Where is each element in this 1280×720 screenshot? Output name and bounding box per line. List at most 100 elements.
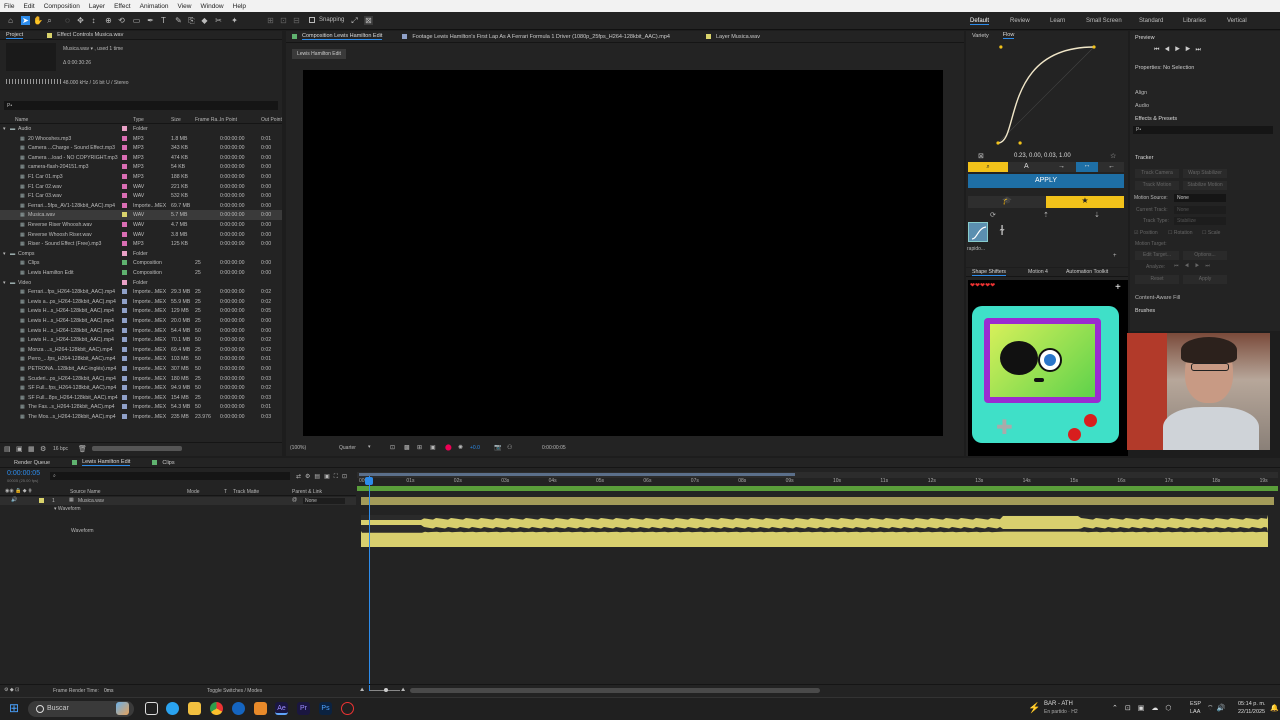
disclosure-icon[interactable]: ▾ (3, 251, 6, 257)
menu-item-view[interactable]: View (178, 3, 192, 10)
label-swatch[interactable] (122, 279, 127, 285)
after-effects-icon[interactable]: Ae (275, 702, 288, 715)
weather-sub[interactable]: En partido · H2 (1044, 709, 1078, 715)
label-swatch[interactable] (122, 346, 127, 352)
layer-color-swatch[interactable] (39, 498, 44, 503)
comp-canvas[interactable] (303, 70, 943, 436)
project-item-row[interactable]: ▦ 20 Whooshes.mp3 MP3 1.8 MB 0:00:00:00 0:01 (0, 134, 282, 144)
folder-row[interactable]: ▾ ▬ Audio Folder (0, 124, 282, 134)
transparency-icon[interactable]: ▩ (404, 444, 410, 451)
project-item-row[interactable]: ▦ Musica.wav WAV 5.7 MB 0:00:00:00 0:00 (0, 210, 282, 220)
favorites-star-icon[interactable]: ★ (1046, 196, 1124, 208)
col-source-name[interactable]: Source Name (70, 489, 101, 495)
label-swatch[interactable] (122, 356, 127, 362)
label-swatch[interactable] (122, 154, 127, 160)
tab-clips[interactable]: Clips (162, 460, 174, 466)
playback-controls[interactable]: ⏮◀▶▶⏭ (1154, 47, 1206, 54)
pan-tool-icon[interactable]: ✥ (76, 16, 85, 25)
col-out-point[interactable]: Out Point (261, 117, 282, 123)
workspace-default[interactable]: Default (970, 18, 990, 25)
flow-values[interactable]: 0.23, 0.00, 0.03, 1.00 (1014, 153, 1071, 159)
col-t[interactable]: T (224, 489, 227, 495)
col-name[interactable]: Name (15, 117, 28, 123)
exposure-icon[interactable]: ✺ (458, 444, 463, 451)
search-icon[interactable]: ⌕ (968, 162, 1008, 172)
workspace-small-screen[interactable]: Small Screen (1086, 18, 1122, 24)
project-item-row[interactable]: ▦ F1 Car 02.wav WAV 221 KB 0:00:00:00 0:00 (0, 182, 282, 192)
menu-item-window[interactable]: Window (201, 3, 224, 10)
project-item-row[interactable]: ▦ Reverse Whoosh Riser.wav WAV 3.8 MB 0:00:0… (0, 230, 282, 240)
tracker-reset-button[interactable]: Reset (1135, 275, 1179, 284)
track-motion-button[interactable]: Track Motion (1135, 181, 1179, 190)
tab-variety[interactable]: Variety (972, 33, 989, 39)
flow-star-icon[interactable]: ☆ (1110, 152, 1116, 160)
menu-item-layer[interactable]: Layer (89, 3, 105, 10)
menu-item-composition[interactable]: Composition (44, 3, 80, 10)
zoom-slider-thumb[interactable] (384, 688, 388, 692)
grid-icon[interactable]: ⊞ (417, 444, 422, 451)
label-swatch[interactable] (122, 193, 127, 199)
puppet-tool-icon[interactable]: ✦ (230, 16, 239, 25)
project-item-row[interactable]: ▦ camera-flash-204151.mp3 MP3 54 KB 0:00:00:… (0, 162, 282, 172)
zoom-out-icon[interactable]: ⛰ (360, 687, 364, 693)
resolution-select[interactable]: Quarter (339, 445, 356, 451)
disclosure-icon[interactable]: ▾ (3, 280, 6, 286)
widgets-icon[interactable] (116, 702, 129, 715)
effects-presets-title[interactable]: Effects & Presets (1135, 116, 1177, 122)
settings-icon[interactable]: ⚙ (40, 445, 46, 453)
project-item-row[interactable]: ▦ Camera ...load - NO COPYRIGHT.mp3 MP3 474… (0, 153, 282, 163)
folder-row[interactable]: ▾ ▬ Video Folder (0, 278, 282, 288)
menu-item-effect[interactable]: Effect (114, 3, 131, 10)
label-swatch[interactable] (122, 289, 127, 295)
chrome-icon[interactable] (210, 702, 223, 715)
edit-target-button[interactable]: Edit Target... (1135, 251, 1179, 260)
label-swatch[interactable] (122, 164, 127, 170)
toggle-switches-button[interactable]: Toggle Switches / Modes (207, 688, 262, 694)
brush-tool-icon[interactable]: ✎ (174, 16, 183, 25)
file-explorer-icon[interactable] (188, 702, 201, 715)
project-item-row[interactable]: ▦ PETRONA...128kbit_AAC-inglés).mp4 Import… (0, 364, 282, 374)
project-item-row[interactable]: ▦ Ferrari...fps_H264-128kbit_AAC).mp4 Impo… (0, 287, 282, 297)
project-item-row[interactable]: ▦ Lewis H...s_H264-128kbit_AAC).mp4 Import… (0, 306, 282, 316)
task-view-icon[interactable] (145, 702, 158, 715)
rect-tool-icon[interactable]: ▭ (132, 16, 141, 25)
tab-composition[interactable]: Composition Lewis Hamilton Edit (302, 33, 383, 40)
label-swatch[interactable] (122, 318, 127, 323)
layer-row[interactable]: 🔊 1 ▦ Musica.wav @ None (0, 497, 356, 505)
project-item-row[interactable]: ▦ F1 Car 03.wav WAV 532 KB 0:00:00:00 0:00 (0, 191, 282, 201)
col-track-matte[interactable]: Track Matte (233, 489, 259, 495)
project-item-row[interactable]: ▦ The Fas...s_H264-128kbit_AAC).mp4 Import… (0, 402, 282, 412)
track-type-select[interactable]: Stabilize (1174, 217, 1226, 225)
label-swatch[interactable] (122, 327, 127, 333)
snap-feature-icon[interactable]: ⊠ (364, 16, 373, 25)
options-button[interactable]: Options... (1183, 251, 1227, 260)
windows-start-icon[interactable]: ⊞ (9, 702, 22, 715)
timeline-timecode[interactable]: 0:00:00:05 (7, 470, 40, 477)
zoom-tool-icon[interactable]: ⌕ (45, 16, 54, 25)
project-search-input[interactable]: Ρ• (4, 101, 278, 110)
effects-search-input[interactable]: Ρ• (1133, 126, 1273, 134)
label-swatch[interactable] (122, 366, 127, 371)
label-swatch[interactable] (122, 231, 127, 237)
project-item-row[interactable]: ▦ Lewis H...s_H264-128kbit_AAC).mp4 Import… (0, 335, 282, 345)
menu-item-edit[interactable]: Edit (23, 3, 34, 10)
bpc-label[interactable]: 16 bpc (53, 446, 68, 452)
project-item-row[interactable]: ▦ Lewis a...ps_H264-128kbit_AAC).mp4 Impor… (0, 297, 282, 307)
zoom-select[interactable]: (100%) (290, 445, 306, 451)
label-swatch[interactable] (122, 414, 127, 419)
label-swatch[interactable] (122, 183, 127, 189)
rotate-tool-icon[interactable]: ⟲ (117, 16, 126, 25)
tab-shape-shifters[interactable]: Shape Shifters (972, 269, 1007, 276)
label-swatch[interactable] (122, 250, 127, 256)
label-swatch[interactable] (122, 375, 127, 381)
arrow-right-icon[interactable]: → (1058, 163, 1065, 170)
mask-icon[interactable]: ▣ (430, 444, 436, 451)
project-item-row[interactable]: ▦ F1 Car 01.mp3 MP3 188 KB 0:00:00:00 0:00 (0, 172, 282, 182)
tab-render-queue[interactable]: Render Queue (14, 460, 50, 466)
snap-edge-icon[interactable]: ⤢ (350, 16, 359, 25)
exposure-value[interactable]: +0.0 (470, 445, 480, 451)
tracker-apply-button[interactable]: Apply (1183, 275, 1227, 284)
playhead-handle[interactable] (365, 477, 373, 485)
workspace-standard[interactable]: Standard (1139, 18, 1163, 24)
notification-icon[interactable]: 🔔 (1270, 704, 1279, 712)
